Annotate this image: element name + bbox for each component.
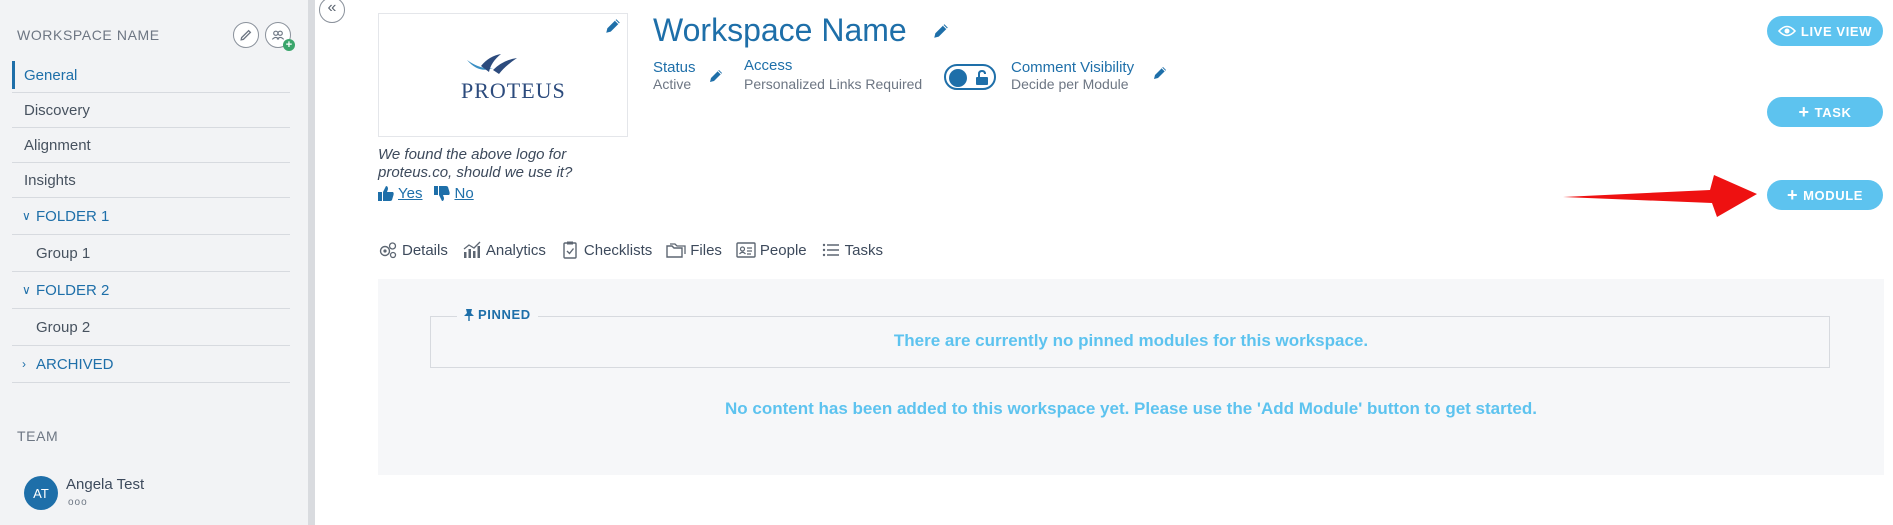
pinned-header: PINNED [464, 307, 531, 322]
yes-label: Yes [398, 185, 423, 202]
add-member-button[interactable]: + [265, 22, 295, 51]
add-module-button[interactable]: + MODULE [1767, 180, 1883, 210]
toggle-knob [949, 69, 967, 87]
pencil-icon [240, 29, 252, 41]
tab-label: Tasks [844, 241, 883, 259]
avatar: AT [24, 476, 58, 510]
no-label: No [454, 185, 474, 202]
access-value: Personalized Links Required [744, 76, 923, 92]
edit-workspace-button[interactable] [233, 22, 259, 48]
tab-files[interactable]: Files [666, 241, 722, 259]
no-pinned-message: There are currently no pinned modules fo… [893, 331, 1369, 350]
sidebar-item-alignment[interactable]: Alignment [12, 128, 290, 163]
proteus-logo-icon [467, 54, 517, 74]
sidebar: WORKSPACE NAME + General Discovery Align… [0, 0, 308, 525]
unlock-icon [976, 70, 988, 85]
comment-visibility-value: Decide per Module [1011, 76, 1129, 92]
edit-comment-visibility-icon[interactable] [1152, 65, 1168, 81]
list-icon [822, 243, 839, 257]
no-link[interactable]: No [434, 185, 474, 202]
yes-link[interactable]: Yes [378, 185, 422, 202]
eye-icon [1777, 25, 1796, 37]
sidebar-archived[interactable]: › ARCHIVED [12, 346, 290, 383]
tab-analytics[interactable]: Analytics [462, 241, 546, 259]
sidebar-item-label: Alignment [24, 136, 91, 154]
app-window: WORKSPACE NAME + General Discovery Align… [0, 0, 1893, 525]
tab-people[interactable]: People [736, 241, 807, 259]
member-status-dots: ooo [68, 497, 88, 508]
sidebar-item-insights[interactable]: Insights [12, 163, 290, 198]
edit-status-icon[interactable] [708, 68, 724, 84]
page-title: Workspace Name [653, 12, 907, 48]
plus-icon: + [1798, 102, 1810, 122]
thumbs-up-icon [378, 186, 394, 201]
sidebar-item-label: General [24, 66, 78, 84]
status-label: Status [653, 59, 696, 76]
sidebar-folder-2[interactable]: ∨ FOLDER 2 [12, 272, 290, 309]
plus-icon: + [1786, 185, 1799, 205]
live-view-label: LIVE VIEW [1800, 23, 1873, 39]
tab-tasks[interactable]: Tasks [821, 241, 883, 259]
folder-label: ARCHIVED [36, 355, 114, 373]
chevron-down-icon: ∨ [22, 283, 31, 297]
sidebar-scrollbar[interactable] [308, 0, 315, 525]
sidebar-item-general[interactable]: General [12, 58, 290, 93]
logo-text: PROTEUS [461, 78, 566, 103]
tab-label: People [759, 241, 807, 259]
analytics-icon [463, 241, 481, 258]
tab-label: Files [690, 241, 722, 259]
team-member[interactable]: AT Angela Test ooo [24, 476, 144, 510]
tab-bar: Details Analytics Checklists Files Peopl… [378, 241, 883, 259]
pencil-icon[interactable] [932, 22, 950, 40]
sidebar-nav: General Discovery Alignment Insights ∨ FO… [12, 58, 290, 383]
sidebar-item-discovery[interactable]: Discovery [12, 93, 290, 128]
tab-label: Details [402, 241, 448, 259]
pencil-icon[interactable] [604, 17, 622, 35]
sidebar-folder-1[interactable]: ∨ FOLDER 1 [12, 198, 290, 235]
id-card-icon [736, 242, 756, 258]
chevron-down-icon: ∨ [22, 209, 31, 223]
sidebar-item-group-2[interactable]: Group 2 [12, 309, 290, 346]
collapse-sidebar-button[interactable]: « [319, 0, 345, 23]
gears-icon [379, 242, 397, 259]
add-task-button[interactable]: + TASK [1767, 97, 1883, 127]
logo-confirm: Yes No [378, 185, 474, 202]
thumbs-down-icon [434, 186, 451, 201]
plus-badge-icon: + [283, 39, 295, 51]
workspace-header: WORKSPACE NAME [17, 27, 160, 43]
access-label: Access [744, 57, 793, 74]
folders-icon [666, 243, 686, 258]
sidebar-item-label: Insights [24, 171, 76, 189]
tab-details[interactable]: Details [378, 241, 448, 259]
task-label: TASK [1814, 104, 1852, 120]
chevron-right-icon: › [22, 357, 26, 371]
access-toggle[interactable] [944, 64, 996, 90]
sidebar-item-label: Discovery [24, 101, 90, 119]
pinned-label: PINNED [478, 307, 531, 322]
live-view-button[interactable]: LIVE VIEW [1767, 16, 1883, 46]
logo-card[interactable]: PROTEUS [378, 13, 628, 137]
folder-label: FOLDER 2 [36, 281, 110, 299]
logo-question: We found the above logo for proteus.co, … [378, 146, 573, 181]
clipboard-icon [563, 241, 577, 259]
module-label: MODULE [1803, 187, 1864, 203]
comment-visibility-label: Comment Visibility [1011, 59, 1135, 76]
tab-label: Checklists [583, 241, 653, 259]
sidebar-item-group-1[interactable]: Group 1 [12, 235, 290, 272]
status-value: Active [653, 76, 692, 92]
member-name: Angela Test [66, 476, 145, 493]
team-header: TEAM [17, 428, 59, 444]
sidebar-item-label: Group 1 [36, 244, 91, 262]
pinned-divider [430, 316, 1830, 317]
tab-label: Analytics [485, 241, 546, 259]
sidebar-item-label: Group 2 [36, 318, 91, 336]
no-content-message: No content has been added to this worksp… [725, 399, 1537, 418]
red-arrow-annotation [1563, 175, 1757, 217]
people-icon [271, 30, 285, 40]
tab-checklists[interactable]: Checklists [560, 241, 652, 259]
folder-label: FOLDER 1 [36, 207, 110, 225]
modules-panel: PINNED There are currently no pinned mod… [378, 279, 1884, 475]
pin-icon [464, 308, 474, 321]
